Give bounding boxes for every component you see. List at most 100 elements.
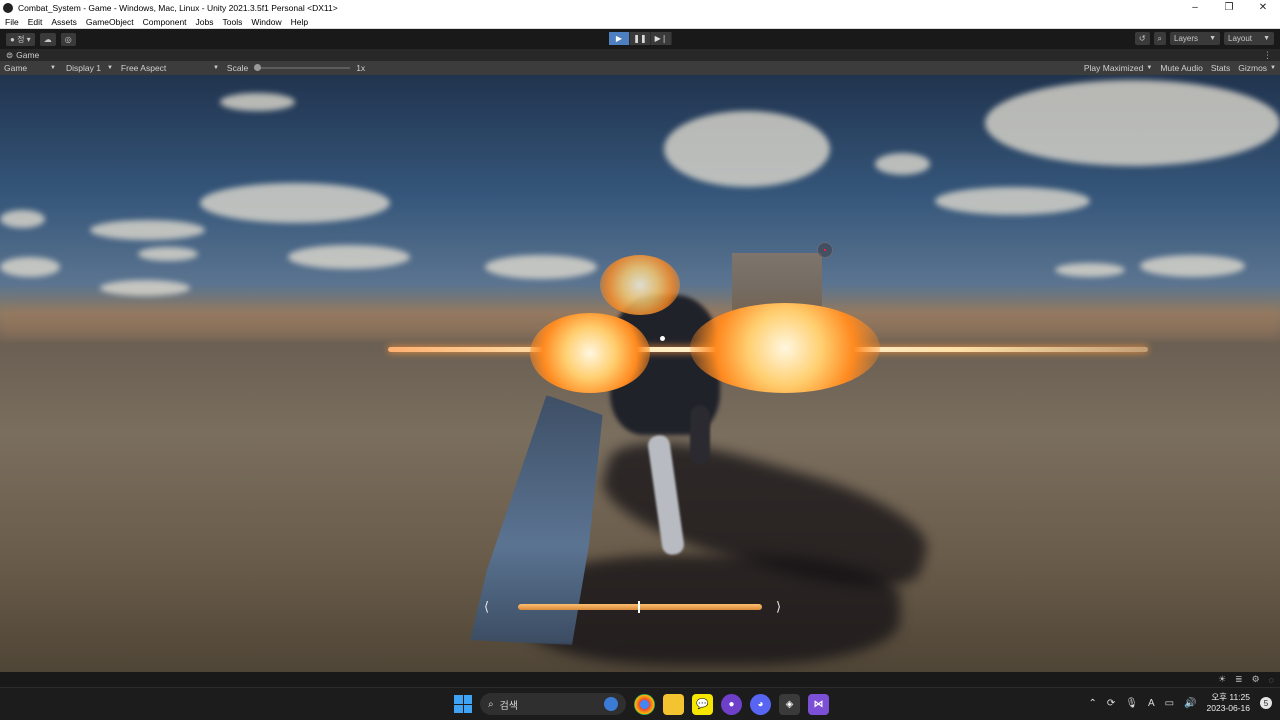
collab-icon[interactable]: ◎	[60, 32, 76, 46]
stats-toggle[interactable]: Stats	[1207, 61, 1234, 75]
network-icon[interactable]: ▭	[1165, 698, 1174, 709]
cloud	[138, 247, 198, 261]
gizmos-label: Gizmos	[1238, 63, 1268, 73]
cloud	[935, 187, 1090, 215]
clock[interactable]: 오후 11:25 2023-06-16	[1207, 692, 1250, 714]
fire-burst	[690, 303, 880, 393]
stamina-right-arrow: ⟩	[776, 599, 782, 614]
scale-slider-handle[interactable]	[254, 64, 262, 71]
play-controls: ▶ ❚❚ ▶❘	[609, 32, 672, 45]
fire-burst	[600, 255, 680, 315]
close-button[interactable]: ✕	[1246, 2, 1280, 13]
menu-component[interactable]: Component	[138, 17, 191, 27]
menu-tools[interactable]: Tools	[218, 17, 247, 27]
menu-assets[interactable]: Assets	[46, 17, 81, 27]
menu-gameobject[interactable]: GameObject	[81, 17, 138, 27]
chevron-down-icon: ▼	[212, 65, 219, 71]
cloud-icon[interactable]: ☁	[39, 32, 56, 46]
cloud	[875, 153, 930, 175]
fire-burst	[530, 313, 650, 393]
display-dropdown[interactable]: Display 1 ▼	[62, 61, 117, 75]
aspect-dropdown[interactable]: Free Aspect ▼	[117, 61, 223, 75]
microphone-icon[interactable]: 🎙	[1125, 698, 1138, 709]
account-dropdown[interactable]: ● 정 ▾	[6, 32, 35, 46]
layers-label: Layers	[1174, 34, 1199, 43]
search-icon: ⌕	[488, 698, 494, 710]
discord-icon[interactable]: ◕	[750, 693, 771, 715]
view-mode-dropdown[interactable]: Game ▼	[0, 61, 60, 75]
taskbar-search[interactable]: ⌕ 검색	[480, 693, 626, 715]
stamina-bar: ⟨ ⟩	[484, 600, 796, 614]
pause-button[interactable]: ❚❚	[630, 32, 651, 45]
tab-bar: ⊜ Game ⋮	[0, 49, 1280, 61]
play-button[interactable]: ▶	[609, 32, 630, 45]
unity-status-bar: ☀ ≣ ⚙ ◌	[0, 672, 1280, 687]
layers-stack-icon[interactable]: ≣	[1235, 674, 1243, 685]
history-icon[interactable]: ↺	[1134, 32, 1150, 45]
chevron-down-icon: ▼	[1263, 35, 1270, 42]
search-label: 검색	[499, 700, 519, 712]
play-maximized-dropdown[interactable]: Play Maximized ▼	[1080, 61, 1156, 75]
window-title: Combat_System - Game - Windows, Mac, Lin…	[18, 2, 338, 13]
gizmos-dropdown[interactable]: Gizmos ▼	[1234, 61, 1280, 75]
tab-game[interactable]: ⊜ Game	[0, 50, 39, 61]
cloud	[90, 220, 205, 240]
step-button[interactable]: ▶❘	[651, 32, 672, 45]
scale-slider[interactable]	[254, 64, 351, 71]
bing-icon	[604, 697, 618, 711]
chevron-down-icon: ▼	[50, 65, 56, 71]
menu-bar: File Edit Assets GameObject Component Jo…	[0, 15, 1280, 29]
cloud	[100, 280, 190, 296]
unity-icon[interactable]: ◈	[779, 693, 800, 715]
crosshair-dot	[660, 336, 665, 341]
sun-icon[interactable]: ☀	[1218, 674, 1226, 685]
menu-window[interactable]: Window	[246, 17, 285, 27]
windows-taskbar: ⌕ 검색 💬 ● ◕ ◈ ⋈ ⌃ ⟳ 🎙 A ▭ 🔊 오후 11:25 2023…	[0, 687, 1280, 720]
notification-badge[interactable]: 5	[1260, 697, 1272, 709]
ime-indicator[interactable]: A	[1148, 698, 1155, 709]
file-explorer-icon[interactable]	[663, 693, 684, 715]
layers-dropdown[interactable]: Layers ▼	[1170, 32, 1220, 45]
start-button[interactable]	[454, 695, 472, 713]
mute-audio-label: Mute Audio	[1160, 63, 1203, 73]
cloud	[1140, 255, 1245, 277]
menu-edit[interactable]: Edit	[23, 17, 47, 27]
window-title-bar: Combat_System - Game - Windows, Mac, Lin…	[0, 0, 1280, 15]
chevron-up-icon[interactable]: ⌃	[1088, 698, 1096, 709]
cloud	[220, 93, 295, 111]
menu-jobs[interactable]: Jobs	[191, 17, 218, 27]
clock-time: 오후 11:25	[1211, 692, 1250, 702]
tab-menu-icon[interactable]: ⋮	[1263, 50, 1272, 61]
stamina-track	[518, 601, 762, 613]
mute-audio-toggle[interactable]: Mute Audio	[1156, 61, 1207, 75]
minimize-button[interactable]: –	[1178, 2, 1212, 13]
network-icon[interactable]: ⚙	[1252, 674, 1260, 685]
github-icon[interactable]: ●	[721, 693, 742, 715]
unity-toolbar: ● 정 ▾ ☁ ◎ ▶ ❚❚ ▶❘ ↺ ⌕ Layers ▼ Layout ▼	[0, 29, 1280, 49]
lock-on-reticle	[817, 242, 833, 258]
progress-icon[interactable]: ◌	[1269, 675, 1274, 685]
aspect-label: Free Aspect	[120, 63, 167, 73]
kakaotalk-icon[interactable]: 💬	[692, 693, 713, 715]
volume-icon[interactable]: 🔊	[1184, 698, 1196, 709]
game-viewport[interactable]: ⟨ ⟩	[0, 75, 1280, 672]
menu-file[interactable]: File	[0, 17, 23, 27]
chevron-down-icon: ▼	[1209, 35, 1216, 42]
visual-studio-icon[interactable]: ⋈	[808, 693, 829, 715]
chrome-icon[interactable]	[634, 693, 655, 715]
sync-icon[interactable]: ⟳	[1107, 698, 1115, 709]
scale-value: 1x	[356, 63, 366, 73]
system-tray: ⌃ ⟳ 🎙 A ▭ 🔊 오후 11:25 2023-06-16 5	[1088, 692, 1272, 714]
stamina-fill	[518, 604, 762, 610]
layout-dropdown[interactable]: Layout ▼	[1224, 32, 1274, 45]
play-icon: ▶	[615, 34, 623, 43]
stamina-marker	[638, 601, 640, 613]
menu-help[interactable]: Help	[286, 17, 312, 27]
maximize-button[interactable]: ❐	[1212, 2, 1246, 13]
character-leg	[690, 405, 710, 465]
clock-date: 2023-06-16	[1206, 703, 1250, 713]
cloud	[200, 183, 390, 223]
gamepad-icon: ⊜	[6, 49, 14, 60]
search-icon[interactable]: ⌕	[1153, 32, 1166, 45]
cloud	[664, 111, 830, 187]
